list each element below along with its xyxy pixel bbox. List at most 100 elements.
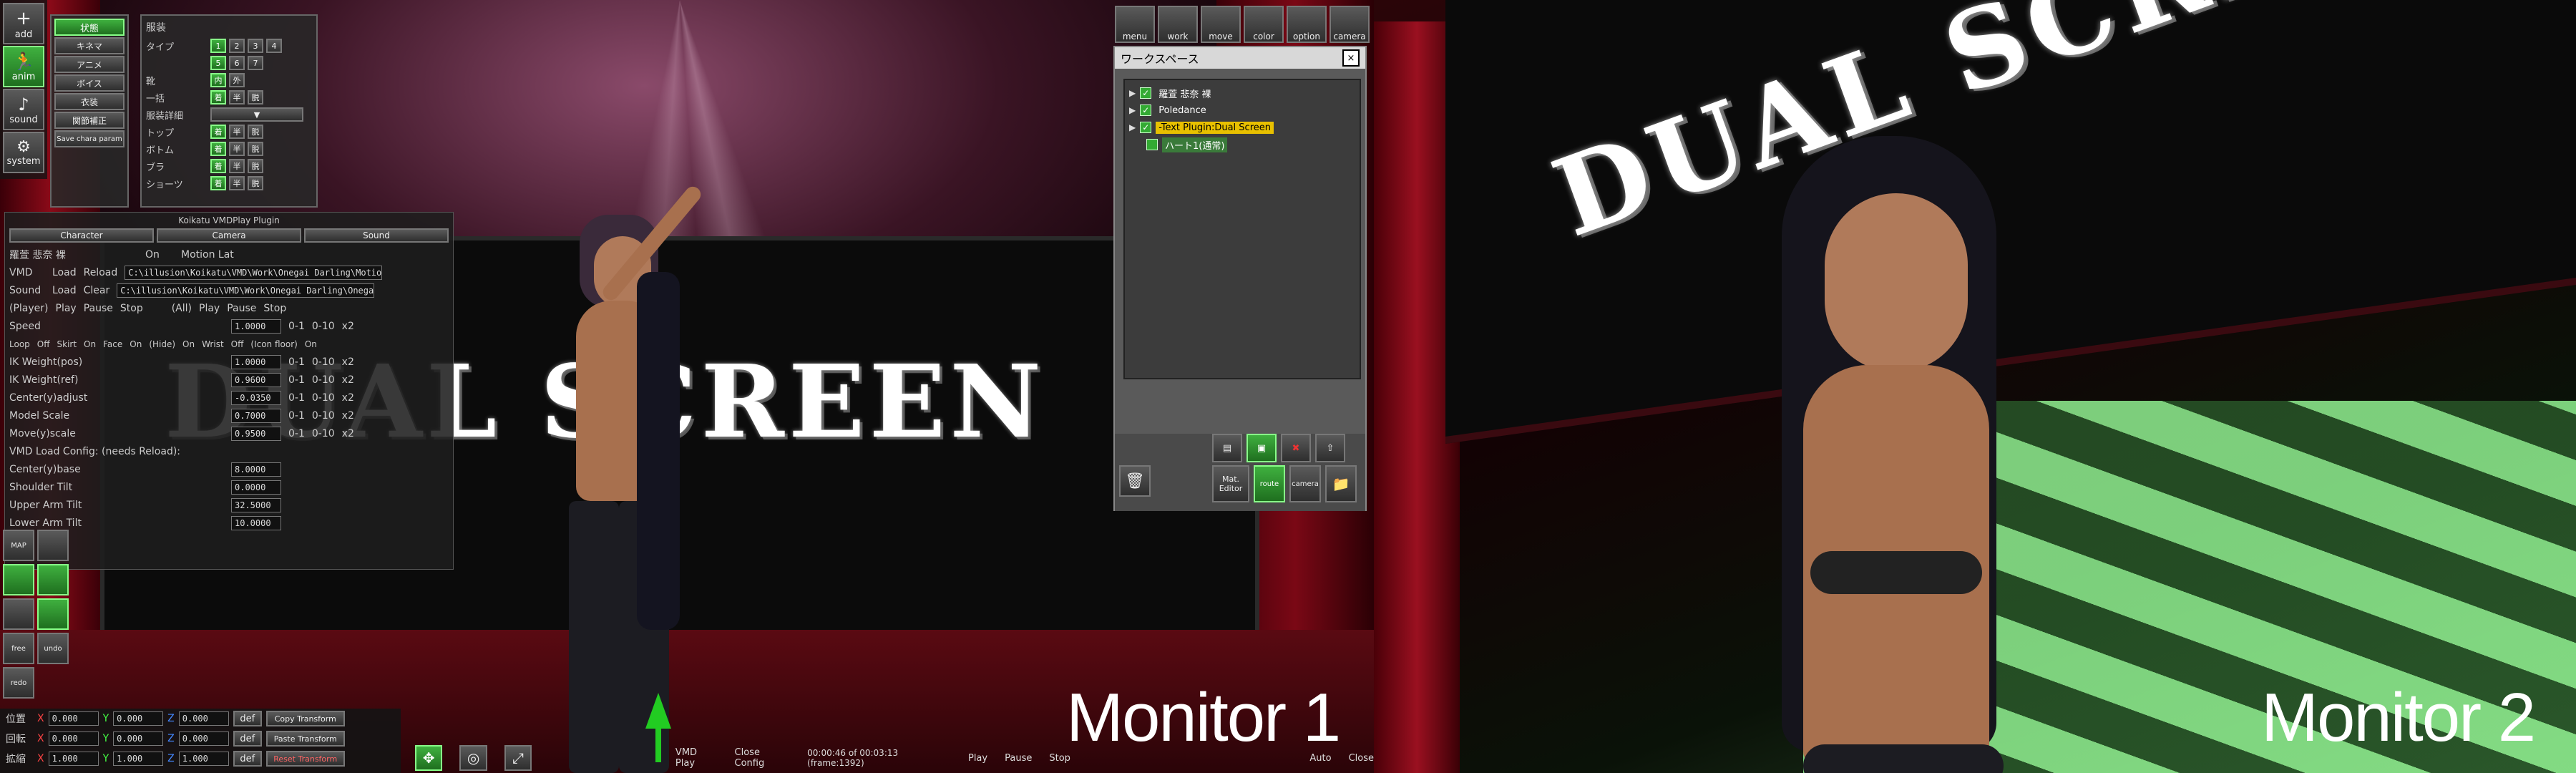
loop-option[interactable]: Off — [37, 339, 50, 349]
def-button[interactable]: def — [233, 711, 262, 726]
x2-button[interactable]: x2 — [342, 428, 354, 439]
clothing-state-button[interactable]: 半 — [229, 159, 245, 173]
range-0-10-button[interactable]: 0-10 — [312, 321, 335, 332]
clothing-state-button[interactable]: 半 — [229, 142, 245, 156]
state-menu-item[interactable]: 衣装 — [54, 93, 125, 110]
state-tab[interactable]: 状態 — [54, 19, 125, 36]
vmd-tab-sound[interactable]: Sound — [304, 228, 449, 243]
side-tool-icon[interactable]: free — [3, 633, 34, 664]
tab-camera[interactable]: camera — [1330, 6, 1370, 43]
play-button[interactable]: Play — [968, 753, 987, 764]
clothing-state-button[interactable]: 着 — [210, 176, 226, 190]
clothing-state-button[interactable]: 7 — [248, 56, 263, 70]
clothing-state-button[interactable]: 2 — [229, 39, 245, 53]
move-gizmo-arrow[interactable] — [645, 693, 671, 729]
player-play-button[interactable]: Play — [56, 303, 77, 314]
camera-button[interactable]: camera — [1289, 465, 1321, 502]
transform-pos-x-field[interactable]: 0.000 — [48, 711, 99, 726]
clothing-state-button[interactable]: 外 — [229, 73, 245, 87]
player-pause-button[interactable]: Pause — [84, 303, 113, 314]
workspace-close-button[interactable]: × — [1342, 49, 1360, 67]
range-0-10-button[interactable]: 0-10 — [312, 356, 335, 368]
param-value-field[interactable]: -0.0350 — [231, 390, 281, 405]
side-tool-icon[interactable] — [37, 598, 69, 630]
tab-work[interactable]: work — [1158, 6, 1198, 43]
clothing-state-button[interactable]: 着 — [210, 125, 226, 139]
clothing-state-button[interactable]: 脱 — [248, 159, 263, 173]
add-button[interactable]: + add — [3, 3, 44, 44]
checkbox-checked-icon[interactable]: ✓ — [1140, 122, 1152, 133]
clothing-state-button[interactable]: 3 — [248, 39, 263, 53]
clothing-state-button[interactable]: 内 — [210, 73, 226, 87]
close-button[interactable]: Close — [1349, 753, 1374, 764]
loop-option[interactable]: On — [305, 339, 317, 349]
config-param-field[interactable]: 0.0000 — [231, 480, 281, 495]
param-value-field[interactable]: 0.9500 — [231, 426, 281, 441]
range-0-1-button[interactable]: 0-1 — [288, 428, 305, 439]
loop-option[interactable]: On — [84, 339, 96, 349]
def-button[interactable]: def — [233, 731, 262, 747]
sound-path-field[interactable]: C:\illusion\Koikatu\VMD\Work\Onegai Darl… — [117, 283, 375, 298]
config-param-field[interactable]: 10.0000 — [231, 515, 281, 530]
transform-pos-y-field[interactable]: 0.000 — [113, 711, 164, 726]
clothing-state-button[interactable]: 6 — [229, 56, 245, 70]
rotate-gizmo-icon[interactable]: ◎ — [459, 745, 487, 771]
reset-transform-button[interactable]: Reset Transform — [265, 751, 345, 767]
x2-button[interactable]: x2 — [342, 321, 354, 332]
copy-transform-button[interactable]: Copy Transform — [265, 711, 345, 726]
tab-color[interactable]: color — [1244, 6, 1284, 43]
clothing-state-button[interactable]: 半 — [229, 176, 245, 190]
param-value-field[interactable]: 1.0000 — [231, 354, 281, 369]
clothing-state-button[interactable]: 着 — [210, 159, 226, 173]
move-gizmo-shaft[interactable] — [655, 726, 661, 762]
player-stop-button[interactable]: Stop — [120, 303, 143, 314]
system-button[interactable]: ⚙ system — [3, 132, 44, 173]
clothing-state-button[interactable]: 脱 — [248, 125, 263, 139]
all-stop-button[interactable]: Stop — [263, 303, 286, 314]
clothing-state-button[interactable]: 脱 — [248, 90, 263, 104]
expand-arrow-icon[interactable]: ▶ — [1129, 105, 1136, 115]
side-tool-icon[interactable]: undo — [37, 633, 69, 664]
x2-button[interactable]: x2 — [342, 392, 354, 404]
transform-rot-y-field[interactable]: 0.000 — [113, 731, 164, 746]
clothing-state-button[interactable]: 半 — [229, 125, 245, 139]
transform-rot-x-field[interactable]: 0.000 — [48, 731, 99, 746]
state-menu-item[interactable]: 関節補正 — [54, 112, 125, 129]
side-tool-icon[interactable] — [37, 564, 69, 595]
range-0-1-button[interactable]: 0-1 — [288, 392, 305, 404]
mat-editor-button[interactable]: Mat. Editor — [1212, 465, 1249, 502]
clothing-state-button[interactable]: 脱 — [248, 142, 263, 156]
vmd-path-field[interactable]: C:\illusion\Koikatu\VMD\Work\Onegai Darl… — [125, 265, 383, 280]
vmd-play-toggle[interactable]: VMD Play — [675, 747, 718, 769]
state-menu-item[interactable]: キネマ — [54, 37, 125, 54]
move-gizmo-icon[interactable]: ✥ — [415, 745, 443, 771]
all-pause-button[interactable]: Pause — [227, 303, 256, 314]
sound-clear-button[interactable]: Clear — [84, 285, 110, 296]
workspace-item[interactable]: ▶ ✓ -Text Plugin:Dual Screen — [1129, 119, 1355, 136]
checkbox-icon[interactable] — [1146, 139, 1158, 150]
clothing-state-button[interactable]: 4 — [266, 39, 282, 53]
transform-rot-z-field[interactable]: 0.000 — [178, 731, 229, 746]
side-tool-icon[interactable] — [37, 530, 69, 561]
folder-icon[interactable]: 📁 — [1325, 465, 1357, 502]
tab-option[interactable]: option — [1287, 6, 1327, 43]
route-button[interactable]: route — [1254, 465, 1285, 502]
expand-arrow-icon[interactable]: ▶ — [1129, 122, 1136, 132]
range-0-10-button[interactable]: 0-10 — [312, 410, 335, 422]
vmd-tab-camera[interactable]: Camera — [157, 228, 301, 243]
workspace-item[interactable]: ハート1(通常) — [1129, 136, 1355, 153]
sound-load-button[interactable]: Load — [52, 285, 77, 296]
range-0-1-button[interactable]: 0-1 — [288, 374, 305, 386]
clothing-state-button[interactable]: 半 — [229, 90, 245, 104]
clothing-state-button[interactable]: 5 — [210, 56, 226, 70]
transform-scale-y-field[interactable]: 1.000 — [113, 752, 164, 766]
sound-button[interactable]: ♪ sound — [3, 89, 44, 130]
checkbox-checked-icon[interactable]: ✓ — [1140, 104, 1152, 116]
parent-icon[interactable]: ⇧ — [1315, 434, 1345, 462]
config-param-field[interactable]: 32.5000 — [231, 497, 281, 512]
side-tool-icon[interactable] — [3, 598, 34, 630]
side-tool-icon[interactable]: redo — [3, 667, 34, 699]
tab-move[interactable]: move — [1201, 6, 1241, 43]
vmd-reload-button[interactable]: Reload — [84, 267, 118, 278]
param-value-field[interactable]: 0.9600 — [231, 372, 281, 387]
